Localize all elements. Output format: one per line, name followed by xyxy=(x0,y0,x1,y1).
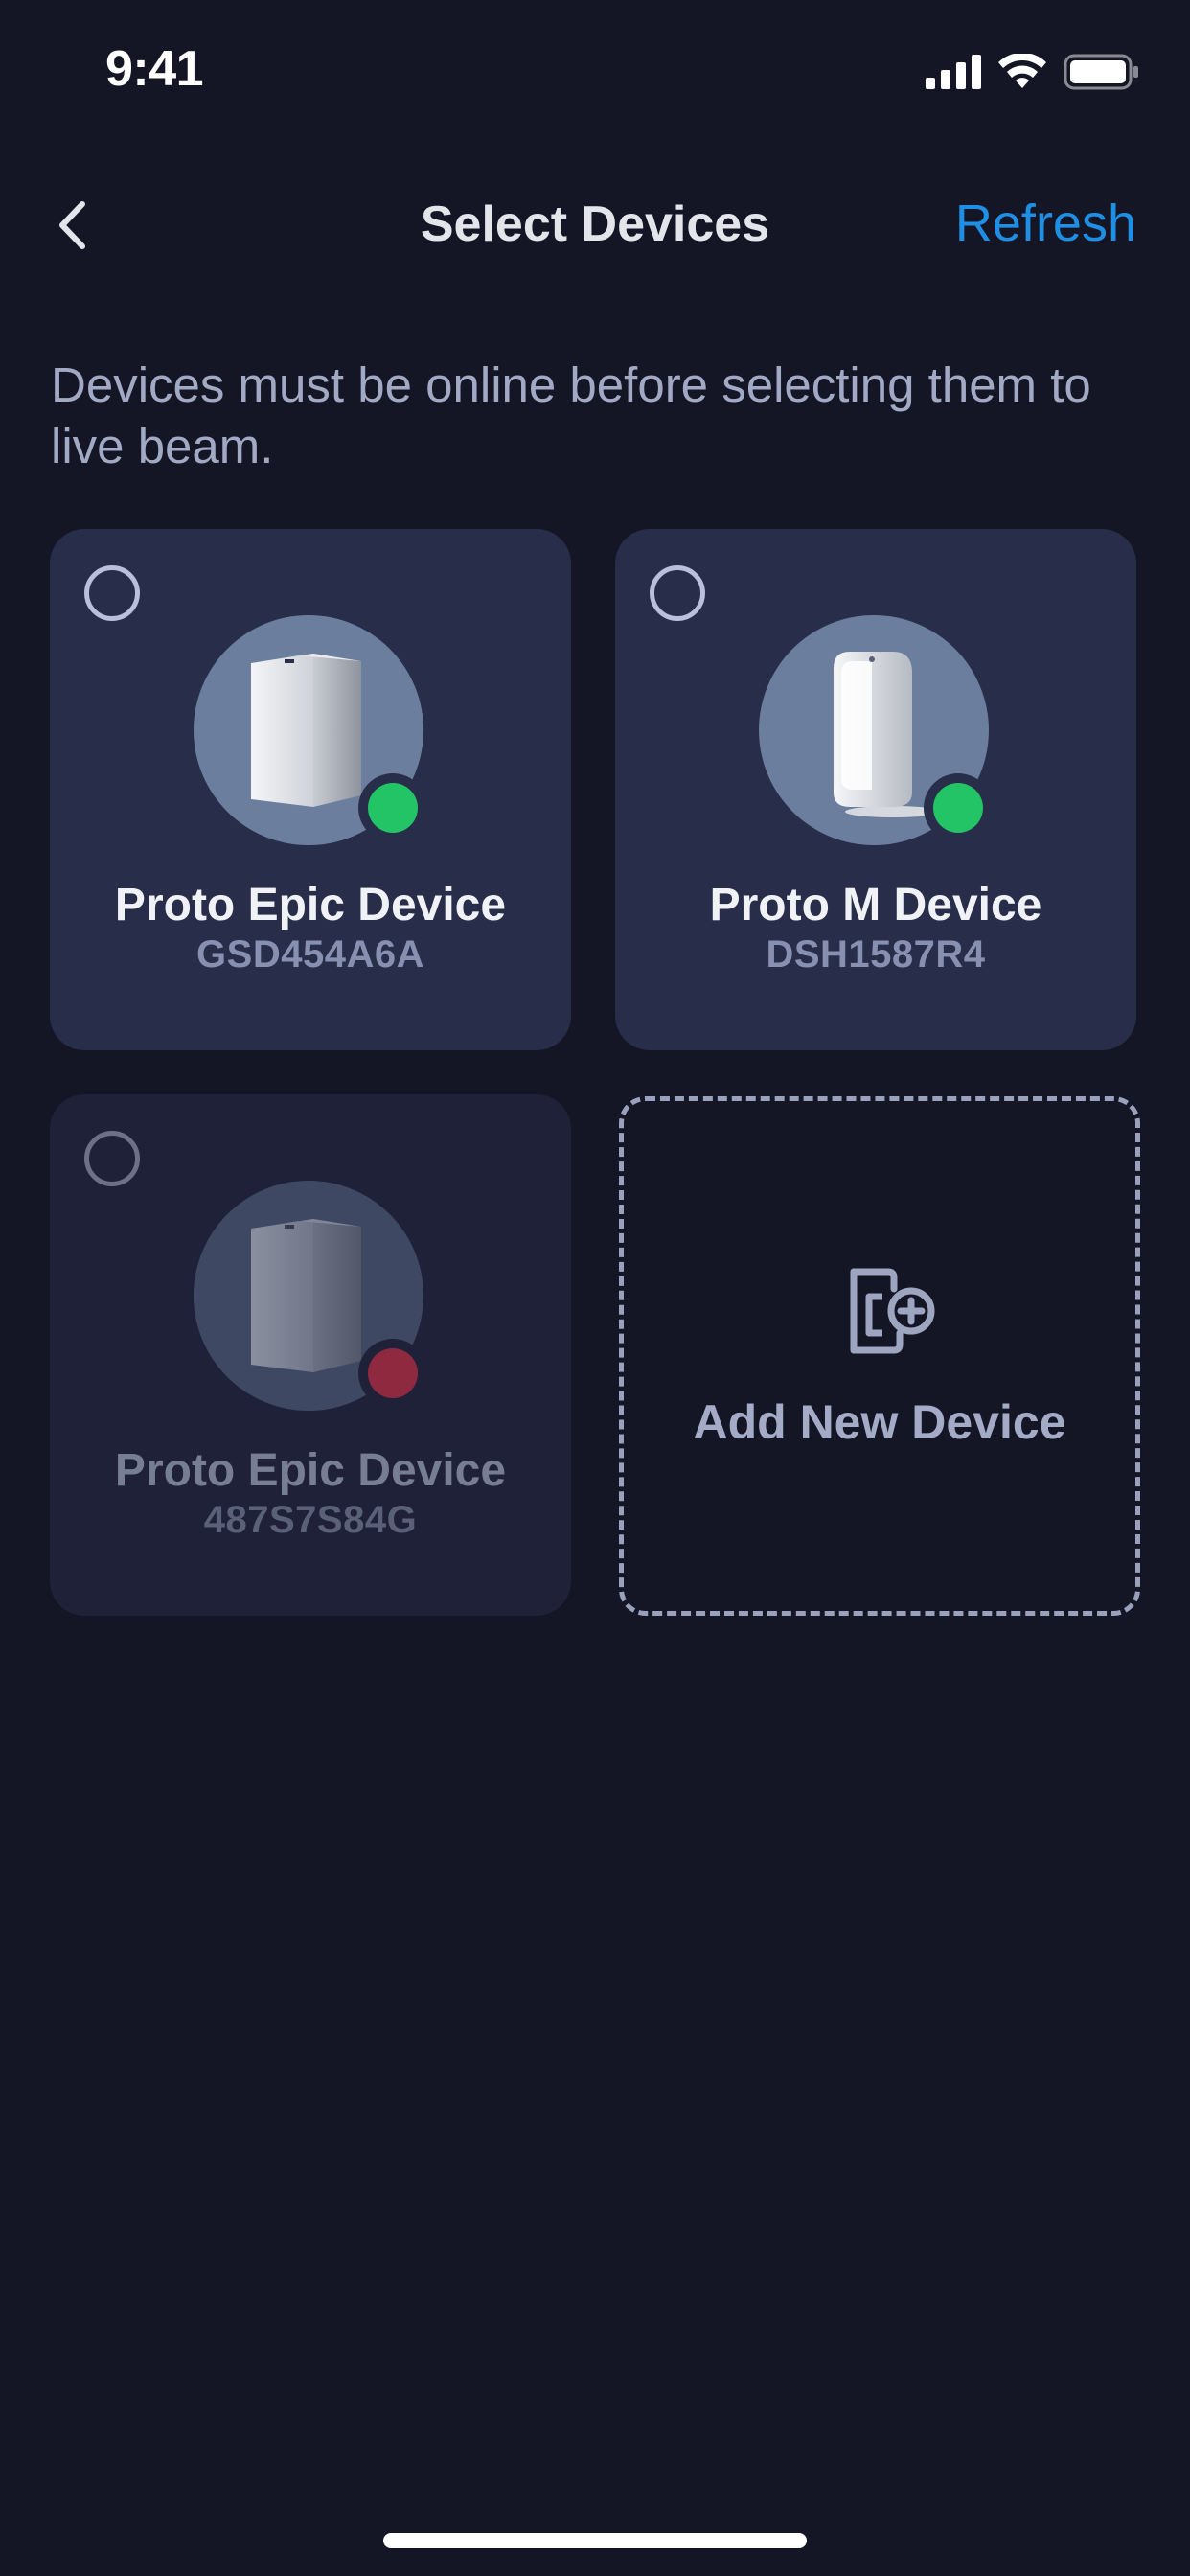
device-card[interactable]: Proto M Device DSH1587R4 xyxy=(615,529,1136,1050)
device-avatar xyxy=(194,615,427,845)
offline-status-dot xyxy=(358,1339,427,1408)
add-new-device-label: Add New Device xyxy=(693,1395,1066,1449)
online-status-dot xyxy=(358,773,427,842)
device-serial: 487S7S84G xyxy=(203,1499,418,1541)
device-name: Proto Epic Device xyxy=(114,1445,507,1496)
status-bar: 9:41 xyxy=(0,0,1190,144)
online-status-dot xyxy=(924,773,993,842)
device-name: Proto M Device xyxy=(709,880,1042,931)
device-serial: DSH1587R4 xyxy=(766,933,986,976)
device-name: Proto Epic Device xyxy=(114,880,507,931)
select-radio[interactable] xyxy=(650,565,705,621)
refresh-button[interactable]: Refresh xyxy=(955,194,1136,253)
add-device-icon xyxy=(850,1268,935,1354)
device-card[interactable]: Proto Epic Device GSD454A6A xyxy=(50,529,571,1050)
wifi-icon xyxy=(998,54,1046,88)
device-card-offline[interactable]: Proto Epic Device 487S7S84G xyxy=(50,1094,571,1616)
nav-bar: Select Devices Refresh xyxy=(0,172,1190,278)
select-radio[interactable] xyxy=(84,565,140,621)
device-avatar xyxy=(759,615,993,845)
device-serial: GSD454A6A xyxy=(196,933,424,976)
device-avatar xyxy=(194,1181,427,1411)
home-indicator xyxy=(383,2533,807,2548)
cellular-signal-icon xyxy=(926,55,981,89)
battery-icon xyxy=(1064,54,1138,90)
instruction-text: Devices must be online before selecting … xyxy=(51,357,1091,473)
status-icons xyxy=(926,54,1140,90)
add-new-device-button[interactable]: Add New Device xyxy=(619,1096,1140,1616)
select-radio[interactable] xyxy=(84,1131,140,1186)
status-time: 9:41 xyxy=(105,41,204,97)
